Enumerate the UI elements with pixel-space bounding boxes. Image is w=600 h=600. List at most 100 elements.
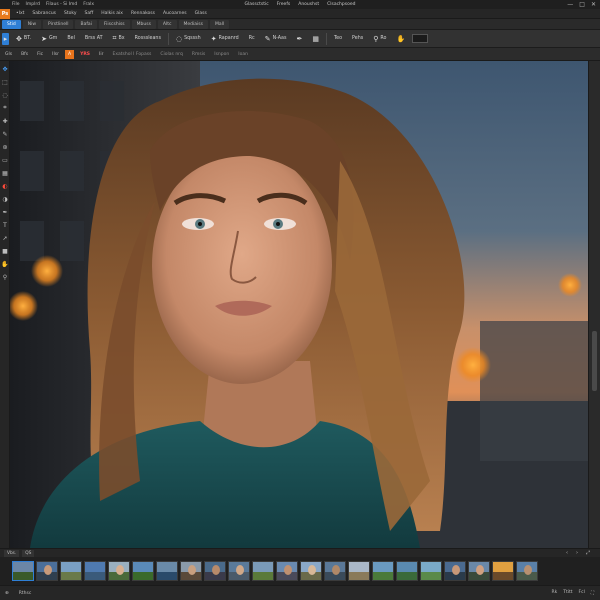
filmstrip-thumbnail[interactable] <box>492 561 514 581</box>
right-scrollbar[interactable] <box>588 61 600 548</box>
workspace-tab[interactable]: Stid <box>2 19 21 29</box>
option-item[interactable]: Teo <box>331 33 345 45</box>
document-tab[interactable]: Ciolas nrq <box>157 50 185 59</box>
filmstrip-thumbnail[interactable] <box>516 561 538 581</box>
pen-icon[interactable]: ✒ <box>0 207 10 217</box>
workspace-tab[interactable]: Altc <box>157 19 177 29</box>
filmstrip-thumbnail[interactable] <box>60 561 82 581</box>
canvas-area[interactable] <box>10 61 588 548</box>
filmstrip-thumbnail[interactable] <box>108 561 130 581</box>
menu-item[interactable]: •Ixt <box>16 11 24 16</box>
gradient-icon[interactable]: ▦ <box>0 168 10 178</box>
option-item[interactable]: ◌ Sqsssh <box>173 33 204 45</box>
zoom-icon[interactable]: ⚲ <box>0 272 10 282</box>
document-tab[interactable]: Iir <box>96 50 106 59</box>
dodge-icon[interactable]: ◑ <box>0 194 10 204</box>
workspace-tab[interactable]: Niw <box>22 19 42 29</box>
workspace-tab[interactable]: Bafai <box>75 19 97 29</box>
filmstrip-thumbnail[interactable] <box>276 561 298 581</box>
crop-icon[interactable]: ⌗ <box>0 103 10 113</box>
blur-icon[interactable]: ◐ <box>0 181 10 191</box>
filmstrip-thumbnail[interactable] <box>348 561 370 581</box>
document-tab[interactable]: Gls <box>2 50 15 59</box>
option-item[interactable]: Rc <box>246 33 258 45</box>
filmstrip-thumbnail[interactable] <box>156 561 178 581</box>
menu-item[interactable]: Saff <box>85 11 94 16</box>
tool-preset-button[interactable]: ▸ <box>2 32 9 45</box>
document-tab[interactable]: A <box>64 49 75 59</box>
heal-icon[interactable]: ✚ <box>0 116 10 126</box>
path-icon[interactable]: ➚ <box>0 233 10 243</box>
maximize-button[interactable]: □ <box>579 1 585 8</box>
option-item[interactable]: Pehs <box>349 33 366 45</box>
filmstrip-thumbnail[interactable] <box>228 561 250 581</box>
option-item[interactable]: ⌗ Bx <box>110 33 128 45</box>
status-item[interactable]: Ttitt <box>563 590 572 596</box>
filmstrip-thumbnail[interactable] <box>468 561 490 581</box>
portrait-photo[interactable] <box>10 61 588 548</box>
filmstrip-thumbnail[interactable] <box>12 561 34 581</box>
option-item[interactable]: Rosssleans <box>132 33 164 45</box>
filmstrip-tab-views[interactable]: Vbs. <box>4 549 20 557</box>
move-icon[interactable]: ✥ <box>0 64 10 74</box>
filmstrip-thumbnail[interactable] <box>84 561 106 581</box>
filmstrip-thumbnail[interactable] <box>324 561 346 581</box>
option-item[interactable]: Bel <box>64 33 78 45</box>
option-item[interactable]: ✒ <box>294 33 306 45</box>
filmstrip-thumbnail[interactable] <box>180 561 202 581</box>
document-tab[interactable]: YRS <box>77 50 93 59</box>
workspace-tab[interactable]: Mbuss <box>131 19 156 29</box>
option-item[interactable]: ⚲ Ro <box>370 33 389 45</box>
expand-icon[interactable]: ⤢ <box>586 550 590 556</box>
menu-item[interactable]: Glass <box>195 11 207 16</box>
filmstrip-thumbnail[interactable] <box>132 561 154 581</box>
option-item[interactable]: ✋ <box>393 33 408 45</box>
option-item[interactable]: ✦ Rapanrd <box>208 33 242 45</box>
scroll-thumb[interactable] <box>592 331 597 391</box>
next-icon[interactable]: › <box>576 550 578 556</box>
filmstrip-thumbnail[interactable] <box>372 561 394 581</box>
document-tab[interactable]: Exatshol I Fopass <box>109 50 154 59</box>
menu-item[interactable]: Rennakoss <box>131 11 155 16</box>
workspace-tab[interactable]: Pirstlinell <box>43 19 74 29</box>
prev-icon[interactable]: ‹ <box>566 550 568 556</box>
add-icon[interactable]: ⊕ <box>5 591 9 596</box>
filmstrip-thumbnail[interactable] <box>396 561 418 581</box>
minimize-button[interactable]: — <box>567 1 573 8</box>
document-tab[interactable]: Isnpon <box>211 50 232 59</box>
option-item[interactable]: ✥ BT. <box>13 33 34 45</box>
option-item[interactable]: ➤ Gm <box>38 33 60 45</box>
document-tab[interactable]: Rmsis <box>189 50 208 59</box>
option-item[interactable]: ✎ N-Aas <box>262 33 290 45</box>
hand-icon[interactable]: ✋ <box>0 259 10 269</box>
status-item[interactable]: Fcl <box>579 590 585 596</box>
document-tab[interactable]: Ioan <box>235 50 251 59</box>
stamp-icon[interactable]: ⊛ <box>0 142 10 152</box>
document-tab[interactable]: Bfs <box>18 50 31 59</box>
filmstrip-tab-qs[interactable]: QS <box>22 549 35 557</box>
workspace-tab[interactable]: Mall <box>209 19 230 29</box>
menu-item[interactable]: Aucoarnes <box>163 11 187 16</box>
filmstrip-thumbnail[interactable] <box>204 561 226 581</box>
filmstrip-thumbnail[interactable] <box>300 561 322 581</box>
eraser-icon[interactable]: ▭ <box>0 155 10 165</box>
menu-item[interactable]: Sabrancus <box>32 11 56 16</box>
brush-icon[interactable]: ✎ <box>0 129 10 139</box>
workspace-tab[interactable]: Mediaiss <box>178 19 208 29</box>
marquee-icon[interactable]: ⬚ <box>0 77 10 87</box>
filmstrip-thumbnail[interactable] <box>252 561 274 581</box>
document-tab[interactable]: IIsr <box>49 50 62 59</box>
status-item[interactable]: Rk <box>551 590 557 596</box>
filmstrip-thumbnail[interactable] <box>36 561 58 581</box>
menu-item[interactable]: Stoky <box>64 11 76 16</box>
document-tab[interactable]: Fic <box>34 50 46 59</box>
close-button[interactable]: ✕ <box>591 1 596 8</box>
option-item[interactable]: ▦ <box>309 33 322 45</box>
option-item[interactable]: Brss AT <box>82 33 106 45</box>
app-logo[interactable]: Ps <box>0 8 10 19</box>
filmstrip-thumbnail[interactable] <box>444 561 466 581</box>
type-icon[interactable]: T <box>0 220 10 230</box>
lasso-icon[interactable]: ◌ <box>0 90 10 100</box>
menu-item[interactable]: Halkis aix <box>101 11 123 16</box>
workspace-tab[interactable]: Fiiscshiss <box>98 19 130 29</box>
